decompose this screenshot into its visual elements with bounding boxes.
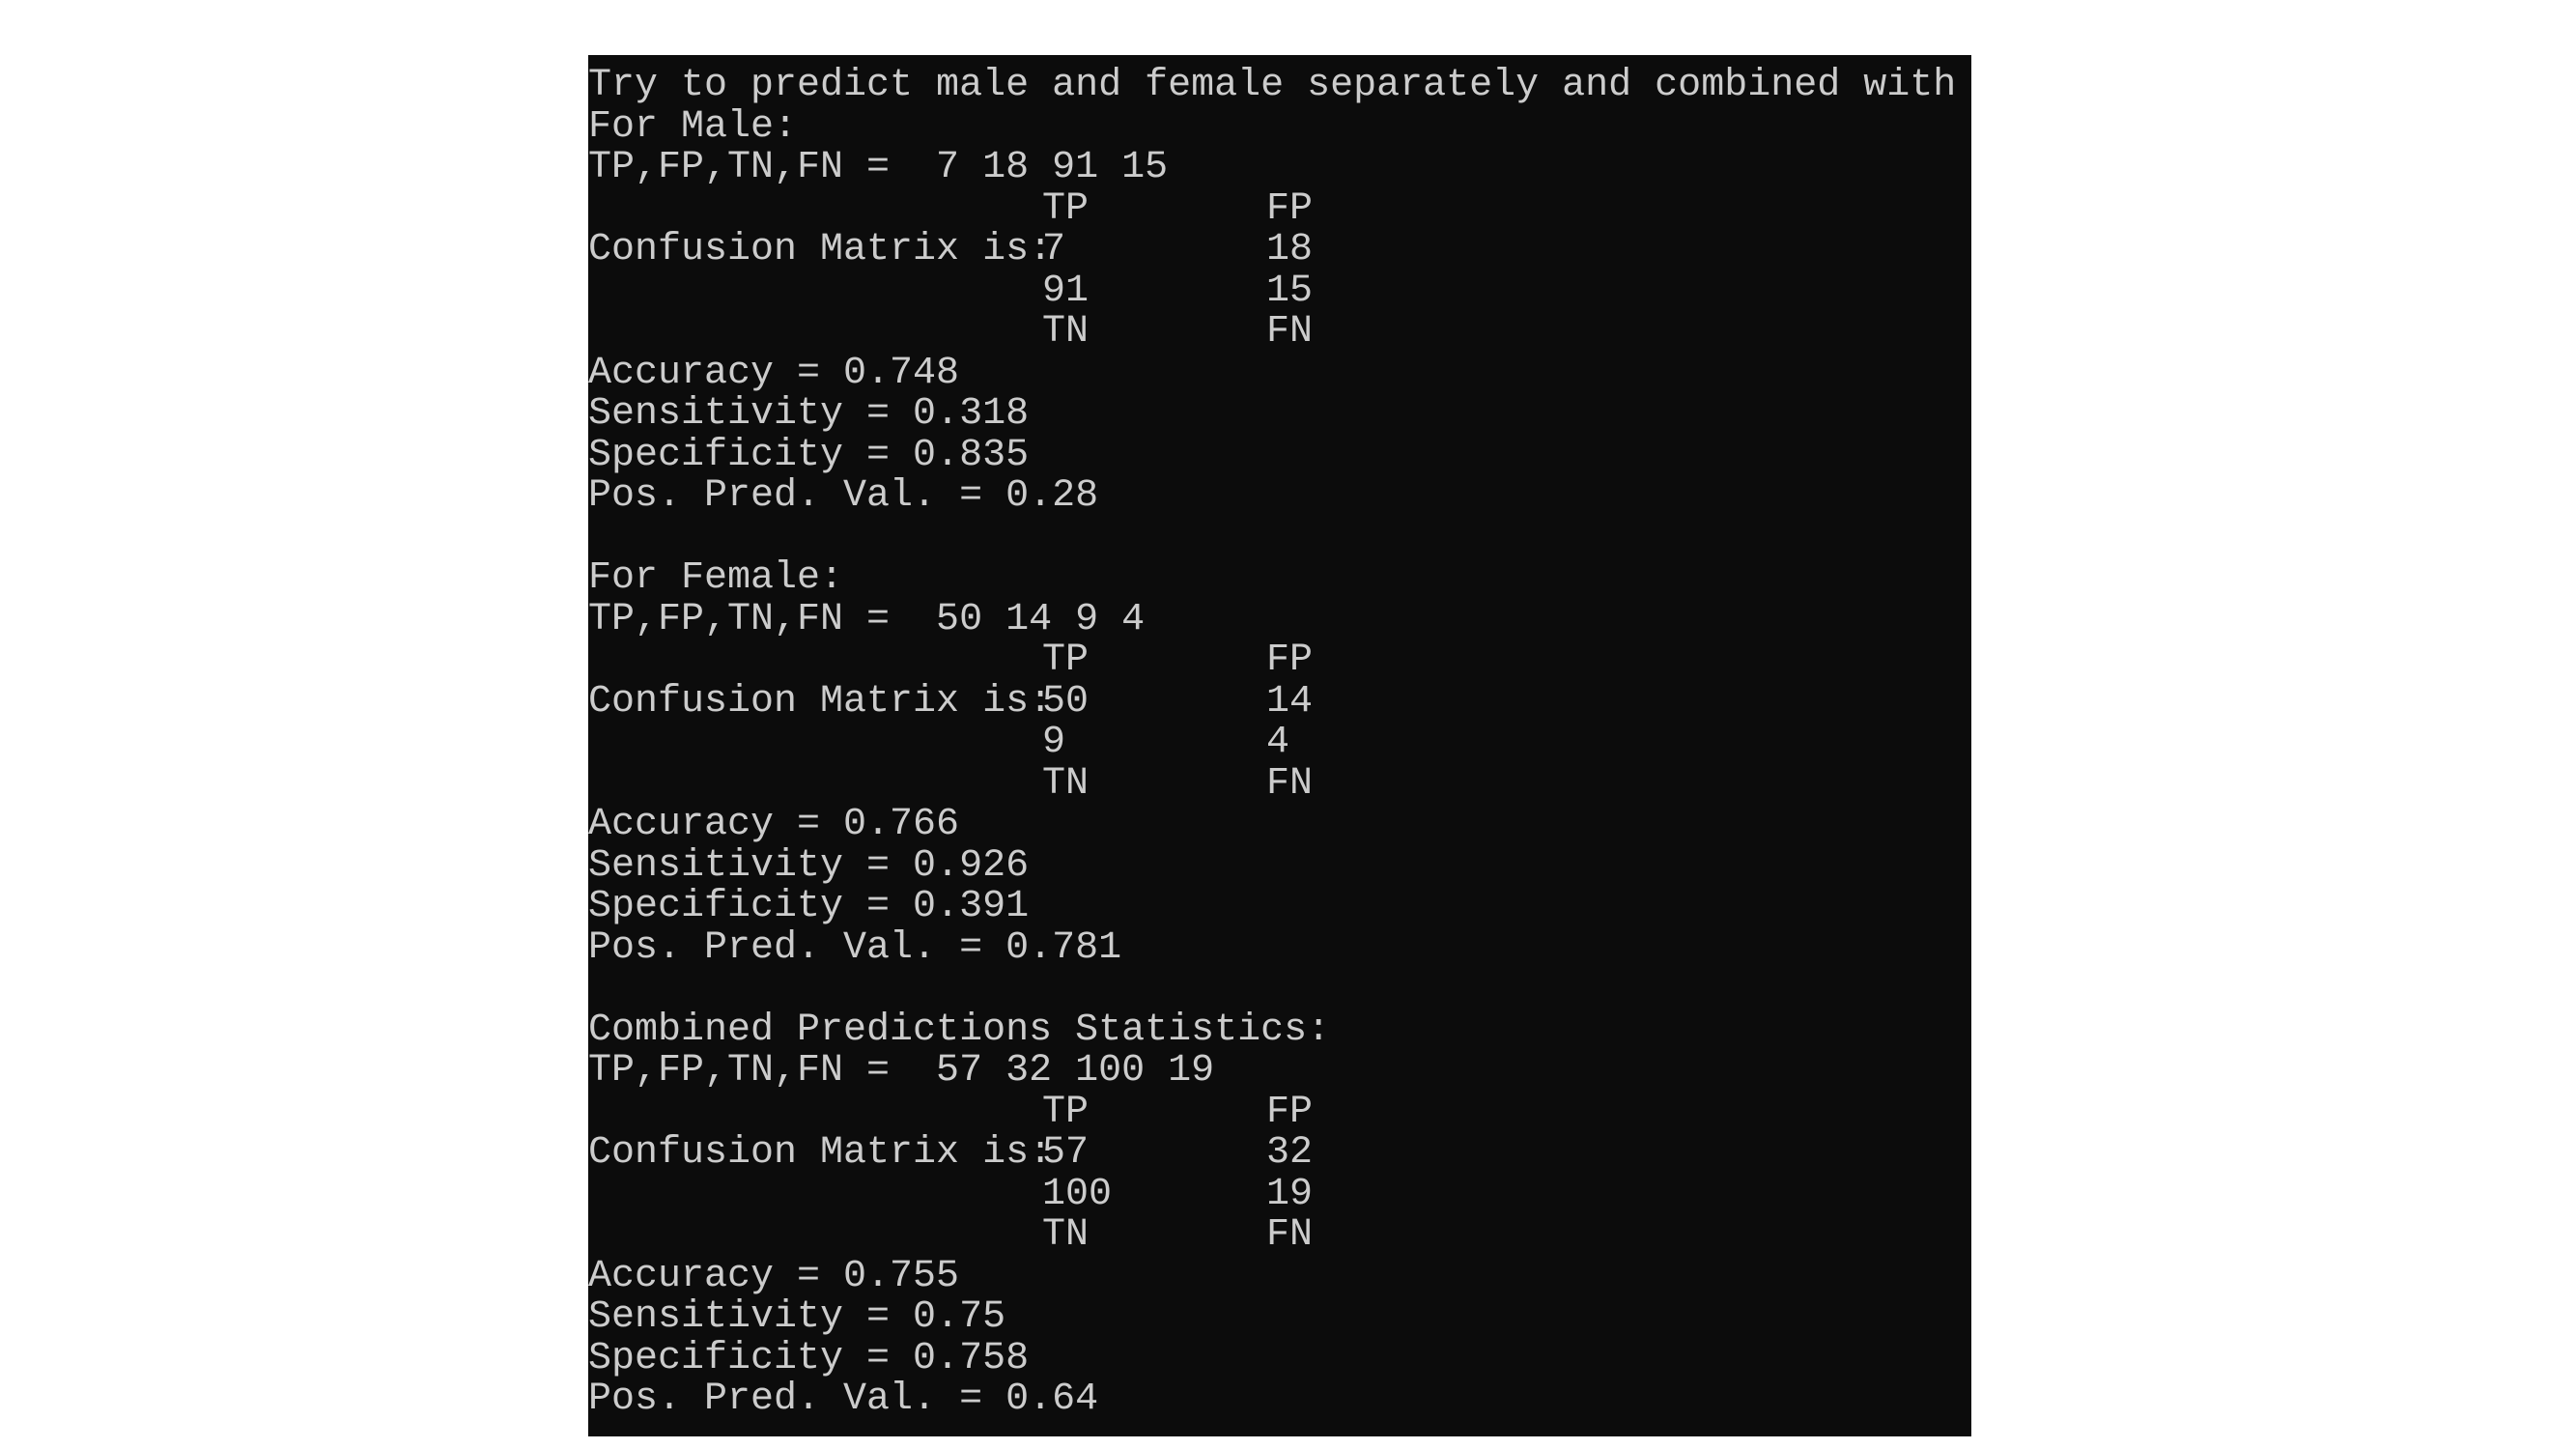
- female-matrix-row-1: Confusion Matrix is:50 14: [588, 679, 1971, 724]
- female-counts-line: TP,FP,TN,FN = 50 14 9 4: [588, 597, 1146, 641]
- combined-matrix-tp-value: 57: [1042, 1131, 1090, 1175]
- male-matrix-label: Confusion Matrix is:: [588, 228, 1053, 271]
- female-matrix-fp-label: FP: [1266, 639, 1314, 682]
- combined-matrix-fn-value: 19: [1266, 1172, 1314, 1216]
- female-ppv: Pos. Pred. Val. = 0.781: [588, 925, 1122, 970]
- male-matrix-tn-label: TN: [1042, 310, 1090, 354]
- female-matrix-fn-label: FN: [1266, 761, 1314, 806]
- male-matrix-fp-label: FP: [1266, 186, 1314, 231]
- combined-sensitivity: Sensitivity = 0.75: [588, 1295, 1006, 1339]
- combined-ppv: Pos. Pred. Val. = 0.64: [588, 1378, 1099, 1421]
- female-matrix-row-2: 94: [588, 721, 1971, 764]
- combined-accuracy: Accuracy = 0.755: [588, 1254, 960, 1298]
- male-accuracy: Accuracy = 0.748: [588, 351, 960, 395]
- female-accuracy: Accuracy = 0.766: [588, 803, 960, 846]
- female-matrix-bottom-row: TN FN: [588, 761, 1971, 806]
- male-matrix-tn-value: 91: [1042, 269, 1090, 313]
- male-matrix-bottom-row: TN FN: [588, 310, 1971, 354]
- combined-matrix-top-row: TP FP: [588, 1090, 1971, 1134]
- combined-specificity: Specificity = 0.758: [588, 1336, 1030, 1380]
- female-matrix-fn-value: 4: [1266, 721, 1290, 764]
- combined-matrix-fn-label: FN: [1266, 1213, 1314, 1257]
- combined-matrix-fp-value: 32: [1266, 1131, 1314, 1175]
- combined-matrix-tn-label: TN: [1042, 1213, 1090, 1257]
- female-matrix-tn-value: 9: [1042, 721, 1066, 764]
- male-matrix-tp-value: 7: [1042, 228, 1066, 271]
- male-counts-line: TP,FP,TN,FN = 7 18 91 15: [588, 146, 1169, 189]
- male-matrix-fn-label: FN: [1266, 310, 1314, 354]
- male-sensitivity: Sensitivity = 0.318: [588, 392, 1030, 436]
- male-matrix-row-2: 91 15: [588, 269, 1971, 313]
- combined-matrix-tp-label: TP: [1042, 1090, 1090, 1134]
- male-matrix-row-1: Confusion Matrix is:7 18: [588, 228, 1971, 271]
- combined-matrix-row-2: 100 19: [588, 1172, 1971, 1216]
- female-matrix-tp-value: 50: [1042, 679, 1090, 724]
- console-header: Try to predict male and female separatel…: [588, 64, 1971, 107]
- female-matrix-top-row: TP FP: [588, 639, 1971, 682]
- male-specificity: Specificity = 0.835: [588, 433, 1030, 477]
- male-matrix-top-row: TP FP: [588, 186, 1971, 231]
- male-matrix-fn-value: 15: [1266, 269, 1314, 313]
- male-matrix-fp-value: 18: [1266, 228, 1314, 271]
- male-matrix-tp-label: TP: [1042, 186, 1090, 231]
- combined-matrix-fp-label: FP: [1266, 1090, 1314, 1134]
- combined-matrix-tn-value: 100: [1042, 1172, 1113, 1216]
- female-matrix-label: Confusion Matrix is:: [588, 679, 1053, 724]
- female-section-title: For Female:: [588, 556, 844, 600]
- combined-matrix-label: Confusion Matrix is:: [588, 1131, 1053, 1175]
- female-matrix-tp-label: TP: [1042, 639, 1090, 682]
- female-matrix-tn-label: TN: [1042, 761, 1090, 806]
- female-matrix-fp-value: 14: [1266, 679, 1314, 724]
- male-ppv: Pos. Pred. Val. = 0.28: [588, 474, 1099, 518]
- combined-matrix-bottom-row: TN FN: [588, 1213, 1971, 1257]
- female-specificity: Specificity = 0.391: [588, 885, 1030, 928]
- combined-matrix-row-1: Confusion Matrix is:57 32: [588, 1131, 1971, 1175]
- console-output: Try to predict male and female separatel…: [588, 55, 1971, 1421]
- male-section-title: For Male:: [588, 104, 798, 149]
- combined-section-title: Combined Predictions Statistics:: [588, 1008, 1331, 1052]
- combined-counts-line: TP,FP,TN,FN = 57 32 100 19: [588, 1049, 1215, 1093]
- console-window[interactable]: Try to predict male and female separatel…: [588, 55, 1971, 1436]
- female-sensitivity: Sensitivity = 0.926: [588, 843, 1030, 888]
